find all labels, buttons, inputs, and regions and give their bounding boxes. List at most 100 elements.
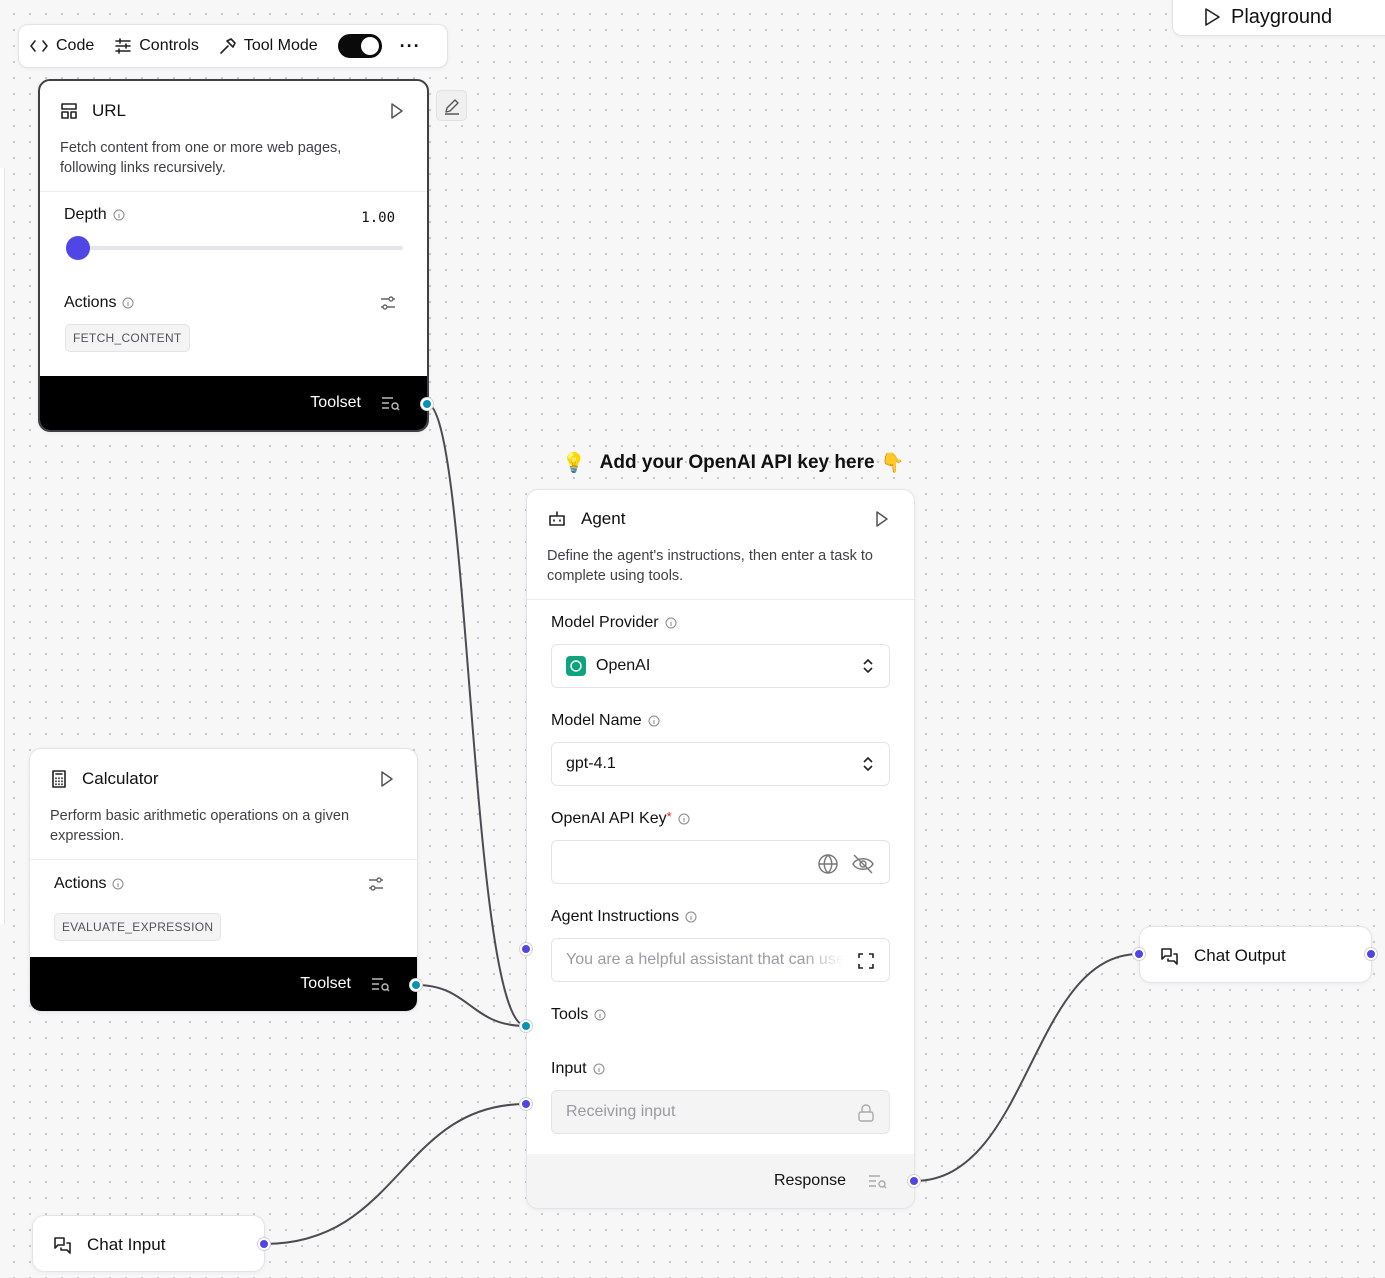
actions-label: Actions: [54, 875, 124, 893]
tools-label: Tools: [551, 1006, 890, 1024]
run-icon[interactable]: [379, 770, 395, 788]
playground-button[interactable]: Playground: [1172, 0, 1385, 36]
globe-icon[interactable]: [817, 853, 839, 875]
code-label: Code: [56, 37, 95, 54]
api-key-input[interactable]: [551, 840, 890, 884]
play-icon: [1205, 8, 1220, 26]
layout-icon: [61, 103, 77, 119]
list-search-icon: [382, 397, 400, 411]
bulb-icon: 💡: [562, 453, 586, 474]
model-provider-label-text: Model Provider: [551, 614, 659, 631]
run-icon[interactable]: [874, 510, 890, 528]
url-node-footer: Toolset: [40, 376, 427, 430]
agent-tools-handle[interactable]: [520, 1020, 532, 1032]
api-key-label: OpenAI API Key *: [551, 809, 890, 828]
info-icon: [665, 617, 677, 629]
model-name-select[interactable]: gpt-4.1: [551, 742, 890, 786]
tool-mode-button[interactable]: Tool Mode: [219, 37, 318, 55]
toolset-label: Toolset: [300, 975, 351, 992]
url-node[interactable]: URL Fetch content from one or more web p…: [38, 79, 429, 432]
depth-slider-thumb[interactable]: [66, 236, 90, 260]
toolset-label: Toolset: [310, 394, 361, 411]
settings-sliders-icon[interactable]: [367, 875, 385, 893]
depth-value[interactable]: 1.00: [361, 210, 395, 226]
openai-icon: [566, 656, 586, 676]
agent-node-title: Agent: [581, 509, 626, 528]
response-label: Response: [773, 1172, 846, 1189]
chat-bubbles-icon: [1161, 948, 1178, 965]
tool-mode-toggle[interactable]: [337, 34, 382, 58]
edge-response-to-chatoutput: [913, 953, 1140, 1182]
chat-bubbles-icon: [54, 1237, 71, 1254]
list-search-icon: [869, 1175, 887, 1189]
actions-label-text: Actions: [64, 294, 117, 311]
playground-label: Playground: [1231, 5, 1333, 28]
chat-input-output-handle[interactable]: [258, 1238, 270, 1250]
controls-button[interactable]: Controls: [114, 37, 199, 55]
edit-button[interactable]: [436, 90, 467, 121]
chat-output-title: Chat Output: [1194, 946, 1286, 965]
agent-input-handle[interactable]: [520, 1098, 532, 1110]
input-label-text: Input: [551, 1060, 587, 1077]
eye-off-icon[interactable]: [851, 853, 875, 875]
calculator-node[interactable]: Calculator Perform basic arithmetic oper…: [29, 748, 418, 1012]
agent-node[interactable]: Agent Define the agent's instructions, t…: [526, 489, 915, 1209]
edge-chatinput-to-input: [263, 1103, 527, 1245]
chevrons-up-down-icon: [863, 658, 873, 674]
chat-output-input-handle[interactable]: [1133, 948, 1145, 960]
api-key-label-text: OpenAI API Key: [551, 810, 667, 827]
agent-node-header: Agent: [547, 509, 890, 529]
expand-icon[interactable]: [857, 952, 875, 970]
controls-label: Controls: [139, 37, 199, 54]
lock-icon: [858, 1104, 874, 1122]
pencil-icon: [444, 98, 459, 115]
code-button[interactable]: Code: [29, 37, 94, 55]
agent-instructions-handle[interactable]: [520, 943, 532, 955]
bot-icon: [549, 511, 565, 526]
actions-label-text: Actions: [54, 875, 107, 892]
info-icon: [122, 297, 134, 309]
depth-label-text: Depth: [64, 206, 107, 223]
chevrons-up-down-icon: [863, 756, 873, 772]
chat-input-node[interactable]: Chat Input: [32, 1215, 265, 1272]
action-chip: FETCH_CONTENT: [65, 324, 190, 352]
settings-sliders-icon[interactable]: [379, 294, 397, 312]
agent-node-footer: Response: [527, 1154, 914, 1208]
more-options-icon[interactable]: ···: [400, 36, 421, 57]
run-icon[interactable]: [389, 102, 405, 120]
model-provider-select[interactable]: OpenAI: [551, 644, 890, 688]
agent-instructions-value: You are a helpful assistant that can use…: [566, 951, 844, 968]
depth-slider-track[interactable]: [68, 246, 403, 250]
agent-response-handle[interactable]: [908, 1175, 920, 1187]
agent-instructions-label-text: Agent Instructions: [551, 908, 680, 925]
model-name-value: gpt-4.1: [566, 755, 616, 772]
tools-label-text: Tools: [551, 1006, 589, 1023]
list-search-icon: [372, 978, 390, 992]
input-field: Receiving input: [551, 1090, 890, 1134]
agent-instructions-label: Agent Instructions: [551, 908, 890, 926]
chat-input-header: Chat Input: [53, 1235, 264, 1255]
chat-input-title: Chat Input: [87, 1235, 166, 1254]
info-icon: [685, 911, 697, 923]
calculator-toolset-handle[interactable]: [410, 979, 422, 991]
info-icon: [113, 209, 125, 221]
agent-instructions-input[interactable]: You are a helpful assistant that can use…: [551, 938, 890, 982]
info-icon: [112, 878, 124, 890]
url-toolset-handle[interactable]: [421, 398, 433, 410]
info-icon: [593, 1063, 605, 1075]
api-key-note: 💡 Add your OpenAI API key here 👇: [562, 451, 904, 475]
node-toolbar: Code Controls Tool Mode ···: [18, 24, 448, 68]
side-panel-edge: [0, 168, 5, 924]
model-provider-value: OpenAI: [596, 657, 651, 674]
chat-output-header: Chat Output: [1160, 946, 1371, 966]
pointing-down-icon: 👇: [880, 453, 905, 474]
note-text: Add your OpenAI API key here: [599, 452, 875, 473]
chat-output-node[interactable]: Chat Output: [1139, 926, 1372, 983]
model-name-label: Model Name: [551, 712, 890, 730]
tool-mode-label: Tool Mode: [243, 37, 318, 54]
input-placeholder: Receiving input: [566, 1103, 676, 1120]
model-provider-label: Model Provider: [551, 614, 890, 632]
calculator-node-description: Perform basic arithmetic operations on a…: [50, 808, 350, 844]
info-icon: [594, 1009, 606, 1021]
chat-output-output-handle[interactable]: [1365, 948, 1377, 960]
